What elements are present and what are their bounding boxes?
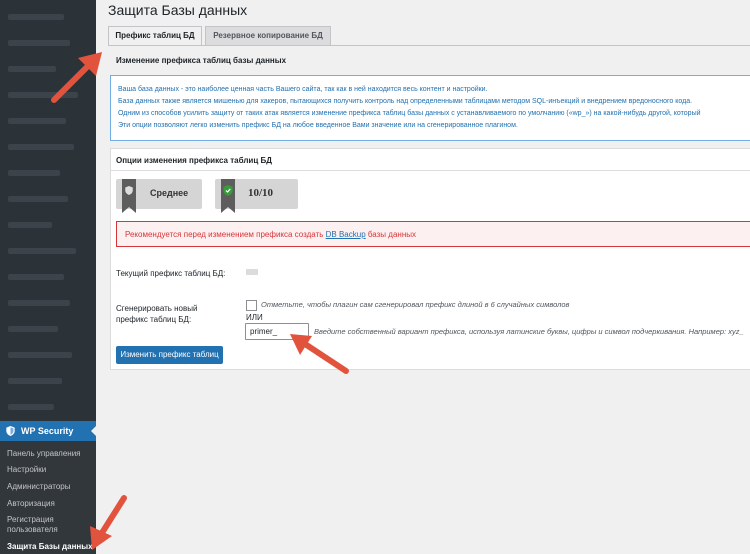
badge-level-text: Среднее bbox=[150, 188, 189, 198]
sidebar-item-registration[interactable]: Регистрация bbox=[7, 515, 54, 525]
info-box: Ваша база данных - это наиболее ценная ч… bbox=[110, 75, 750, 141]
current-menu-notch bbox=[91, 426, 96, 436]
panel-divider bbox=[110, 170, 750, 171]
blurred-menu-item bbox=[8, 248, 76, 254]
panel-heading: Опции изменения префикса таблиц БД bbox=[116, 156, 272, 165]
tab-db-backup[interactable]: Резервное копирование БД bbox=[205, 26, 331, 45]
backup-warning: Рекомендуется перед изменением префикса … bbox=[116, 221, 750, 247]
info-line: Эти опции позволяют легко изменить префи… bbox=[118, 122, 518, 129]
sidebar-item-database-security[interactable]: Защита Базы данных bbox=[7, 542, 93, 552]
warning-suffix-text: базы данных bbox=[365, 230, 416, 239]
blurred-menu-item bbox=[8, 118, 66, 124]
blurred-menu-item bbox=[8, 274, 64, 280]
info-line: Одним из способов усилить защиту от таки… bbox=[118, 110, 701, 117]
blurred-menu-item bbox=[8, 300, 70, 306]
info-line: База данных также является мишенью для х… bbox=[118, 98, 693, 105]
blurred-menu-item bbox=[8, 144, 74, 150]
shield-icon bbox=[6, 426, 15, 436]
blurred-menu-item bbox=[8, 404, 54, 410]
blurred-menu-item bbox=[8, 352, 72, 358]
checkbox-hint: Отметьте, чтобы плагин сам сгенерировал … bbox=[261, 300, 570, 309]
page-title: Защита Базы данных bbox=[108, 2, 248, 18]
custom-prefix-hint: Введите собственный вариант префикса, ис… bbox=[314, 327, 744, 336]
shield-icon bbox=[125, 186, 133, 195]
sidebar-item-registration-2[interactable]: пользователя bbox=[7, 525, 58, 535]
blurred-menu-item bbox=[8, 222, 52, 228]
tab-db-prefix[interactable]: Префикс таблиц БД bbox=[108, 26, 202, 46]
generate-prefix-label-2: префикс таблиц БД: bbox=[116, 315, 192, 324]
blurred-menu-item bbox=[8, 378, 62, 384]
current-prefix-label: Текущий префикс таблиц БД: bbox=[116, 269, 226, 278]
sidebar-item-administrators[interactable]: Администраторы bbox=[7, 482, 70, 492]
blurred-menu-item bbox=[8, 170, 60, 176]
security-level-badge: Среднее bbox=[116, 179, 202, 213]
change-prefix-button[interactable]: Изменить префикс таблиц bbox=[116, 346, 223, 364]
warning-prefix-text: Рекомендуется перед изменением префикса … bbox=[125, 230, 326, 239]
blurred-menu-item bbox=[8, 326, 58, 332]
annotation-arrow-icon bbox=[90, 495, 127, 550]
sidebar-item-wp-security[interactable]: WP Security bbox=[0, 421, 96, 441]
section-heading: Изменение префикса таблиц базы данных bbox=[116, 56, 287, 65]
db-backup-link[interactable]: DB Backup bbox=[326, 230, 366, 239]
annotation-arrow-icon bbox=[290, 334, 349, 374]
generate-prefix-label-1: Сгенерировать новый bbox=[116, 304, 198, 313]
options-panel bbox=[110, 148, 750, 370]
sidebar-item-dashboard[interactable]: Панель управления bbox=[7, 449, 81, 459]
random-prefix-checkbox[interactable] bbox=[246, 300, 257, 311]
or-text: ИЛИ bbox=[246, 313, 263, 322]
sidebar-item-settings[interactable]: Настройки bbox=[7, 465, 46, 475]
tab-divider bbox=[108, 45, 750, 46]
blurred-menu-item bbox=[8, 14, 64, 20]
shield-check-icon bbox=[223, 185, 233, 196]
blurred-menu-item bbox=[8, 196, 68, 202]
info-line: Ваша база данных - это наиболее ценная ч… bbox=[118, 86, 488, 93]
current-prefix-value bbox=[246, 269, 258, 275]
sidebar-item-login[interactable]: Авторизация bbox=[7, 499, 55, 509]
sidebar-item-label: WP Security bbox=[21, 426, 74, 436]
annotation-arrow-icon bbox=[51, 52, 102, 103]
security-score-badge: 10/10 bbox=[215, 179, 298, 213]
badge-score-text: 10/10 bbox=[248, 187, 274, 199]
warning-text: Рекомендуется перед изменением префикса … bbox=[125, 230, 416, 239]
